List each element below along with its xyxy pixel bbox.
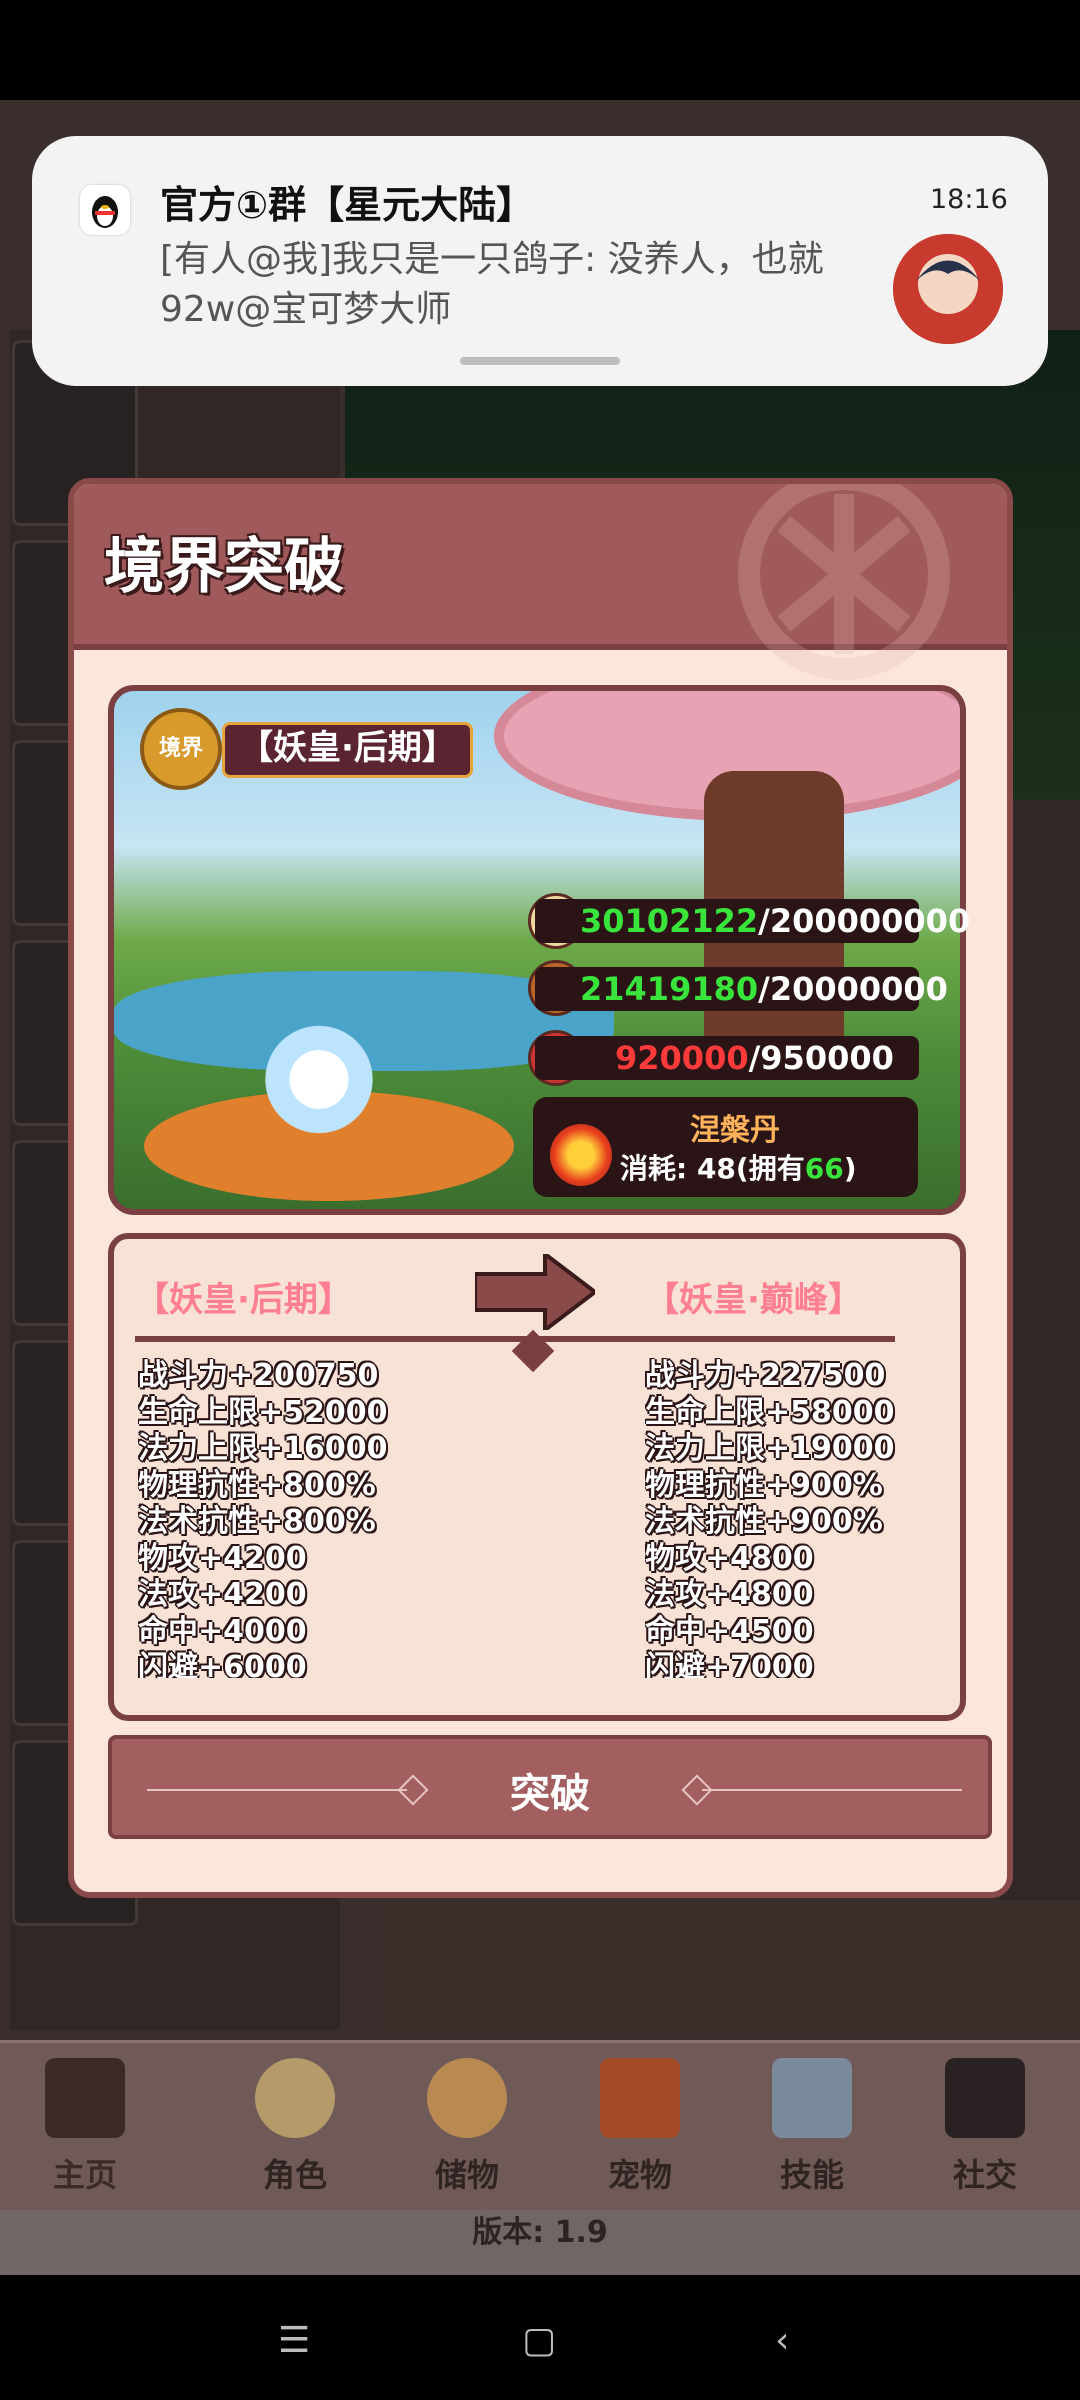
pill-cost-suffix: ) xyxy=(843,1152,857,1185)
header-emblem-icon xyxy=(738,484,950,680)
avatar xyxy=(893,234,1003,344)
handshake-icon xyxy=(945,2058,1025,2138)
combat-power-required: /950000 xyxy=(748,1039,894,1077)
version-label: 版本: 1.9 xyxy=(0,2210,1080,2275)
to-stat-line: 法攻+4800 xyxy=(645,1577,814,1612)
qq-penguin-icon xyxy=(80,185,130,235)
nav-skill[interactable]: 技能 xyxy=(727,2040,897,2210)
pill-owned: 66 xyxy=(804,1152,844,1185)
nav-pet[interactable]: 宠物 xyxy=(555,2040,725,2210)
to-stat-line: 物理抗性+900% xyxy=(645,1467,883,1503)
experience-bar: 30102122/200000000 xyxy=(535,899,970,943)
to-stat-line: 战斗力+227500 xyxy=(645,1358,886,1393)
to-stat-line: 闪避+7000 xyxy=(645,1650,814,1678)
compare-divider xyxy=(135,1336,895,1342)
pill-cost: 消耗: 48(拥有66) xyxy=(620,1147,856,1187)
status-bar xyxy=(0,0,1080,100)
martial-required: /20000000 xyxy=(758,970,948,1008)
back-icon[interactable]: ‹ xyxy=(775,2320,789,2361)
from-stat-line: 闪避+6000 xyxy=(138,1650,307,1678)
nav-home-label: 主页 xyxy=(52,2156,117,2194)
from-stat-line: 生命上限+52000 xyxy=(138,1394,388,1430)
pill-name: 涅槃丹 xyxy=(690,1113,780,1148)
to-stat-line: 法术抗性+900% xyxy=(645,1504,883,1539)
from-realm-label: 【妖皇·后期】 xyxy=(135,1280,352,1320)
menu-icon[interactable]: ☰ xyxy=(278,2320,310,2361)
to-stat-line: 命中+4500 xyxy=(645,1613,814,1649)
pill-cost-prefix: 消耗: 48(拥有 xyxy=(620,1152,805,1185)
realm-badge-icon: 境界 xyxy=(140,708,222,790)
arrow-right-icon xyxy=(475,1254,595,1330)
from-stat-line: 法术抗性+800% xyxy=(138,1504,376,1539)
experience-required: /200000000 xyxy=(758,902,971,940)
dialog-title: 境界突破 xyxy=(104,532,344,602)
from-stat-line: 法攻+4200 xyxy=(138,1577,307,1612)
combat-power-current: 920000 xyxy=(615,1039,749,1077)
fox-pet-icon xyxy=(600,2058,680,2138)
button-deco-line xyxy=(702,1789,962,1791)
to-stat-line: 法力上限+19000 xyxy=(645,1431,895,1466)
nav-social-label: 社交 xyxy=(952,2156,1017,2194)
sword-icon xyxy=(772,2058,852,2138)
nav-storage-label: 储物 xyxy=(434,2156,499,2194)
from-stat-line: 物理抗性+800% xyxy=(138,1467,376,1503)
experience-current: 30102122 xyxy=(580,902,759,940)
from-stat-line: 物攻+4200 xyxy=(138,1540,307,1576)
home-gate-icon xyxy=(45,2058,125,2138)
to-stat-line: 生命上限+58000 xyxy=(645,1394,895,1430)
combat-power-bar: 920000/950000 xyxy=(535,1036,919,1080)
nav-character-label: 角色 xyxy=(262,2156,327,2194)
nav-character[interactable]: 角色 xyxy=(210,2040,380,2210)
to-stat-line: 物攻+4800 xyxy=(645,1540,814,1576)
to-stats-list: 战斗力+227500 生命上限+58000 法力上限+19000 物理抗性+90… xyxy=(645,1358,1025,1678)
notification-time: 18:16 xyxy=(930,184,1008,215)
notification-title: 官方①群【星元大陆】 xyxy=(160,183,535,227)
nav-storage[interactable]: 储物 xyxy=(382,2040,552,2210)
nav-social[interactable]: 社交 xyxy=(900,2040,1070,2210)
from-stats-list: 战斗力+200750 生命上限+52000 法力上限+16000 物理抗性+80… xyxy=(138,1358,518,1678)
current-realm-tag: 【妖皇·后期】 xyxy=(222,722,473,778)
breakthrough-button[interactable]: 突破 xyxy=(108,1735,992,1839)
bag-icon xyxy=(427,2058,507,2138)
dialog-header: 境界突破 xyxy=(74,484,1007,680)
character-icon xyxy=(255,2058,335,2138)
martial-bar: 21419180/20000000 xyxy=(535,967,948,1011)
nirvana-pill-icon xyxy=(550,1124,612,1186)
home-square-icon[interactable]: ▢ xyxy=(522,2320,556,2361)
from-stat-line: 法力上限+16000 xyxy=(138,1431,388,1466)
from-stat-line: 战斗力+200750 xyxy=(138,1358,379,1393)
martial-current: 21419180 xyxy=(580,970,759,1008)
from-stat-line: 命中+4000 xyxy=(138,1613,307,1649)
nav-skill-label: 技能 xyxy=(779,2156,844,2194)
nav-home[interactable]: 主页 xyxy=(0,2040,170,2210)
nav-pet-label: 宠物 xyxy=(607,2156,672,2194)
notification-drag-handle[interactable] xyxy=(460,357,620,365)
to-realm-label: 【妖皇·巅峰】 xyxy=(645,1280,862,1320)
notification-body: [有人@我]我只是一只鸽子: 没养人，也就92w@宝可梦大师 xyxy=(160,239,824,330)
spirit-fish-sprite xyxy=(254,1021,384,1151)
